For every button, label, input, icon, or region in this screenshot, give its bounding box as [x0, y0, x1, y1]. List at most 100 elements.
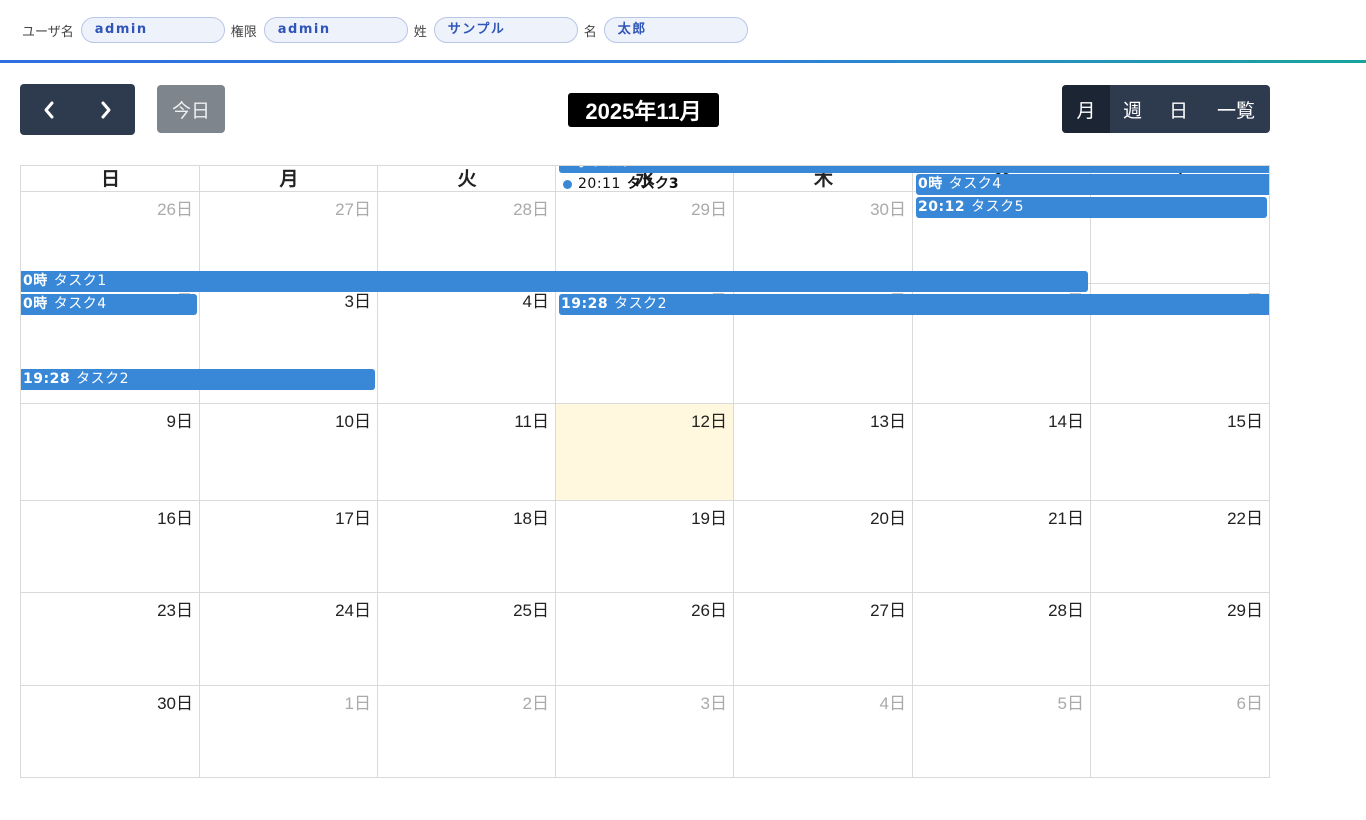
- day-cell[interactable]: 17日: [199, 501, 378, 593]
- view-button[interactable]: 日: [1155, 85, 1202, 133]
- day-number[interactable]: 6日: [1237, 689, 1263, 714]
- event-dot-item[interactable]: 20:11 タスク3: [557, 174, 679, 195]
- day-number[interactable]: 26日: [691, 596, 727, 621]
- event-time: 20:11: [578, 176, 621, 192]
- day-cell[interactable]: 27日: [733, 593, 913, 686]
- event-bar[interactable]: 19:28 タスク2: [559, 294, 1269, 315]
- day-cell[interactable]: 4日: [733, 686, 913, 777]
- event-time: 0時: [561, 166, 586, 170]
- day-cell[interactable]: 15日: [1090, 404, 1269, 501]
- day-number[interactable]: 3日: [701, 689, 727, 714]
- day-number[interactable]: 23日: [157, 596, 193, 621]
- day-number[interactable]: 4日: [880, 689, 906, 714]
- day-cell[interactable]: 24日: [199, 593, 378, 686]
- day-cell[interactable]: 3日: [555, 686, 734, 777]
- day-cell[interactable]: 25日: [377, 593, 556, 686]
- event-bar[interactable]: 0時タスク1: [21, 271, 1088, 292]
- day-number[interactable]: 27日: [335, 195, 371, 220]
- user-field-label: ユーザ名: [22, 24, 74, 40]
- day-cell[interactable]: 4日: [377, 284, 556, 404]
- event-title: タスク3: [626, 176, 679, 192]
- day-number[interactable]: 15日: [1227, 407, 1263, 432]
- day-cell[interactable]: 29日: [1090, 593, 1269, 686]
- day-cell[interactable]: 6日: [1090, 686, 1269, 777]
- day-number[interactable]: 16日: [157, 504, 193, 529]
- event-dot-icon: [563, 180, 572, 189]
- day-cell[interactable]: 10日: [199, 404, 378, 501]
- event-bar[interactable]: 0時タスク1: [559, 166, 1269, 173]
- day-number[interactable]: 10日: [335, 407, 371, 432]
- today-button[interactable]: 今日: [157, 85, 225, 133]
- day-number[interactable]: 12日: [691, 407, 727, 432]
- day-cell[interactable]: 14日: [912, 404, 1091, 501]
- event-time: 20:12: [918, 199, 966, 215]
- day-number[interactable]: 25日: [513, 596, 549, 621]
- day-cell[interactable]: 21日: [912, 501, 1091, 593]
- prev-button[interactable]: [20, 84, 78, 135]
- view-button[interactable]: 月: [1062, 85, 1110, 133]
- chevron-left-icon: [44, 101, 54, 118]
- day-cell[interactable]: 12日: [555, 404, 734, 501]
- next-button[interactable]: [78, 84, 136, 135]
- day-number[interactable]: 21日: [1048, 504, 1084, 529]
- day-cell[interactable]: 28日: [912, 593, 1091, 686]
- day-cell[interactable]: 5日: [912, 686, 1091, 777]
- event-time: 19:28: [23, 371, 71, 387]
- day-number[interactable]: 19日: [691, 504, 727, 529]
- day-number[interactable]: 29日: [691, 195, 727, 220]
- day-cell[interactable]: 23日: [21, 593, 200, 686]
- day-number[interactable]: 26日: [157, 195, 193, 220]
- day-cell[interactable]: 20日: [733, 501, 913, 593]
- view-button[interactable]: 週: [1110, 85, 1155, 133]
- day-number[interactable]: 9日: [167, 407, 193, 432]
- event-title: タスク4: [948, 176, 1002, 192]
- user-field-value: 太郎: [603, 17, 748, 43]
- day-cell[interactable]: 16日: [21, 501, 200, 593]
- day-cell[interactable]: 13日: [733, 404, 913, 501]
- day-cell[interactable]: 19日: [555, 501, 734, 593]
- day-number[interactable]: 13日: [870, 407, 906, 432]
- day-cell[interactable]: 9日: [21, 404, 200, 501]
- header-divider: [0, 60, 1366, 63]
- user-field-value: admin: [80, 17, 225, 43]
- view-button[interactable]: 一覧: [1202, 85, 1270, 133]
- user-field-label: 権限: [230, 24, 257, 40]
- day-number[interactable]: 30日: [157, 689, 193, 714]
- event-bar[interactable]: 0時 タスク4: [21, 294, 197, 315]
- event-bar[interactable]: 20:12 タスク5: [916, 197, 1267, 218]
- event-time: 0時: [918, 176, 943, 192]
- event-title: タスク2: [76, 371, 129, 387]
- weekday-header: 火: [377, 166, 556, 192]
- day-number[interactable]: 18日: [513, 504, 549, 529]
- day-number[interactable]: 20日: [870, 504, 906, 529]
- day-number[interactable]: 14日: [1048, 407, 1084, 432]
- day-cell[interactable]: 2日: [377, 686, 556, 777]
- day-number[interactable]: 28日: [1048, 596, 1084, 621]
- event-title: タスク4: [53, 296, 107, 312]
- day-cell[interactable]: 22日: [1090, 501, 1269, 593]
- day-number[interactable]: 24日: [335, 596, 371, 621]
- prev-next-group: [20, 84, 135, 135]
- event-bar[interactable]: 0時 タスク4: [916, 174, 1269, 195]
- day-cell[interactable]: 11日: [377, 404, 556, 501]
- day-number[interactable]: 5日: [1058, 689, 1084, 714]
- day-cell[interactable]: 1日: [199, 686, 378, 777]
- day-number[interactable]: 28日: [513, 195, 549, 220]
- day-number[interactable]: 17日: [335, 504, 371, 529]
- event-title: タスク5: [971, 199, 1024, 215]
- day-cell[interactable]: 26日: [555, 593, 734, 686]
- day-number[interactable]: 29日: [1227, 596, 1263, 621]
- day-cell[interactable]: 30日: [21, 686, 200, 777]
- day-number[interactable]: 1日: [345, 689, 371, 714]
- user-field-label: 名: [583, 24, 597, 40]
- event-title: タスク2: [614, 296, 667, 312]
- day-number[interactable]: 27日: [870, 596, 906, 621]
- event-bar[interactable]: 19:28 タスク2: [21, 369, 375, 390]
- day-number[interactable]: 11日: [514, 407, 549, 432]
- user-info-bar: ユーザ名 admin 権限 admin 姓サンプル名太郎: [0, 0, 1366, 60]
- day-number[interactable]: 30日: [870, 195, 906, 220]
- day-number[interactable]: 2日: [523, 689, 549, 714]
- day-number[interactable]: 22日: [1227, 504, 1263, 529]
- day-cell[interactable]: 18日: [377, 501, 556, 593]
- view-switcher: 月週日一覧: [1062, 85, 1270, 133]
